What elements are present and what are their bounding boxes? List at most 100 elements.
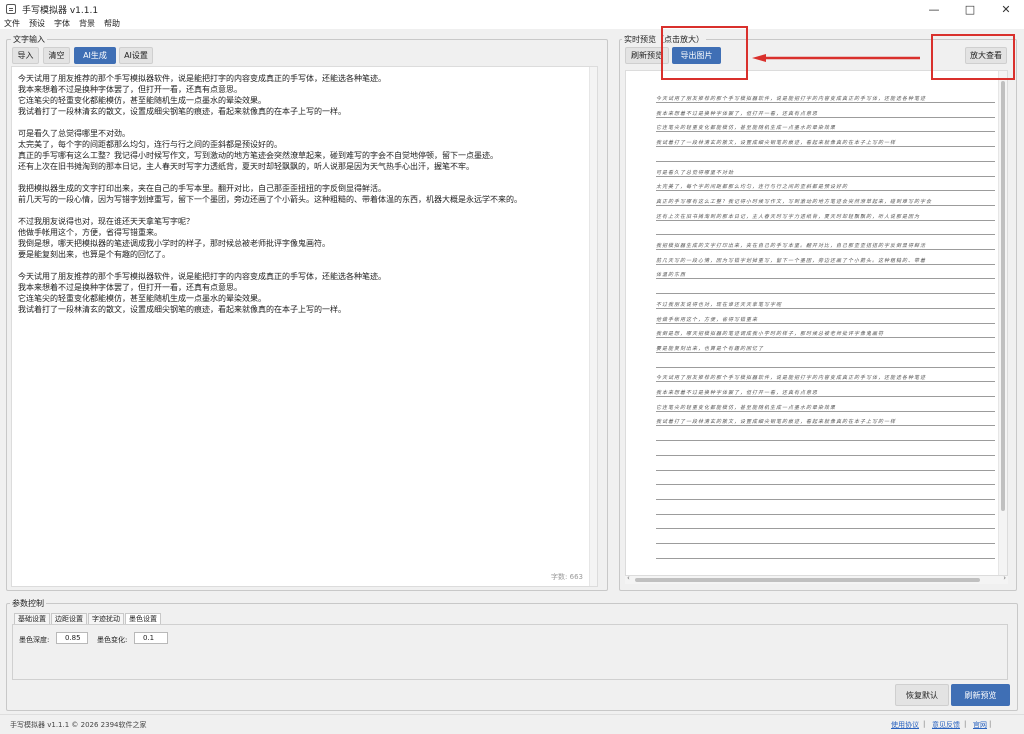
handwriting-line: 他做手帐用这个，方便，省得写错重来	[656, 316, 759, 323]
ruled-line	[656, 190, 995, 192]
ruled-line	[656, 440, 995, 442]
editor-scrollbar[interactable]	[589, 67, 597, 586]
refresh-preview-main-button[interactable]: 刷新预览	[951, 684, 1010, 706]
ruled-line	[656, 513, 995, 515]
menu-background[interactable]: 背景	[79, 18, 95, 29]
close-icon[interactable]: ✕	[988, 0, 1024, 18]
menu-help[interactable]: 帮助	[104, 18, 120, 29]
app-icon	[6, 4, 16, 14]
ruled-line	[656, 557, 995, 559]
window-controls: — □ ✕	[916, 0, 1024, 18]
ruled-line	[656, 249, 995, 250]
import-button[interactable]: 导入	[12, 47, 39, 64]
ruled-line	[656, 293, 995, 295]
handwriting-line: 它连笔尖的轻重变化都能模仿，甚至能随机生成一点墨水的晕染效果	[656, 125, 837, 132]
ai-settings-button[interactable]: AI设置	[119, 47, 153, 64]
menu-presets[interactable]: 预设	[29, 18, 45, 29]
copyright-text: 手写模拟器 v1.1.1 © 2026 2394软件之家	[10, 721, 147, 729]
handwriting-preview[interactable]: 今天试用了朋友推荐的那个手写模拟器软件，说是能把打字的内容变成真正的手写体，还能…	[625, 70, 1008, 576]
editor-line: 要是能复刻出来，也算是个有趣的回忆了。	[18, 250, 170, 259]
editor-line: 还有上次在旧书摊淘到的那本日记，主人春天时写字力透纸背，夏天时却轻飘飘的，听人说…	[18, 162, 474, 171]
status-separator: |	[989, 720, 992, 728]
editor-line: 他做手帐用这个，方便，省得写错重来。	[18, 228, 162, 237]
ruled-line	[656, 175, 995, 177]
ruled-line	[656, 484, 995, 486]
editor-line: 我试着打了一段林清玄的散文，设置成细尖钢笔的痕迹，看起来就像真的在本子上写的一样…	[18, 305, 346, 314]
menu-bar: 文件 预设 字体 背景 帮助	[0, 17, 1024, 29]
ruled-line	[656, 381, 995, 383]
handwriting-line: 我试着打了一段林清玄的散文，设置成细尖钢笔的痕迹，看起来就像真的在本子上写的一样	[656, 140, 897, 147]
title-bar: 手写模拟器 v1.1.1 — □ ✕	[0, 0, 1024, 18]
text-editor[interactable]: 今天试用了朋友推荐的那个手写模拟器软件，说是能把打字的内容变成真正的手写体，还能…	[11, 66, 598, 587]
text-input-title: 文字输入	[11, 34, 47, 45]
editor-line: 可是看久了总觉得哪里不对劲。	[18, 129, 130, 138]
handwriting-line: 真正的手写哪有这么工整？我记得小时候写作文，写到激动的地方笔迹会突然潦草起来，碰…	[656, 198, 933, 205]
editor-line: 太完美了，每个字的间距都那么均匀，连行与行之间的歪斜都是预设好的。	[18, 140, 282, 149]
editor-content[interactable]: 今天试用了朋友推荐的那个手写模拟器软件，说是能把打字的内容变成真正的手写体，还能…	[18, 73, 588, 315]
export-highlight-box	[661, 26, 748, 80]
editor-line: 今天试用了朋友推荐的那个手写模拟器软件，说是能把打字的内容变成真正的手写体，还能…	[18, 74, 386, 83]
preview-hscroll-thumb[interactable]	[635, 578, 980, 582]
editor-line: 今天试用了朋友推荐的那个手写模拟器软件，说是能把打字的内容变成真正的手写体，还能…	[18, 272, 386, 281]
preview-vscroll[interactable]	[998, 71, 1007, 575]
ink-settings-panel: 墨色深度: 0.85 墨色变化: 0.1	[12, 624, 1008, 680]
maximize-icon[interactable]: □	[952, 0, 988, 18]
window-title: 手写模拟器 v1.1.1	[22, 5, 99, 16]
handwriting-line: 我试着打了一段林清玄的散文，设置成细尖钢笔的痕迹，看起来就像真的在本子上写的一样	[656, 419, 897, 426]
ruled-line	[656, 543, 995, 544]
ruled-line	[656, 278, 995, 280]
ruled-line	[656, 219, 995, 221]
menu-file[interactable]: 文件	[4, 18, 20, 29]
handwriting-line: 今天试用了朋友推荐的那个手写模拟器软件，说是能把打字的内容变成真正的手写体，还能…	[656, 375, 927, 382]
handwriting-line: 要是能复刻出来，也算是个有趣的回忆了	[656, 345, 765, 352]
ruled-line	[656, 396, 995, 397]
reset-default-button[interactable]: 恢复默认	[895, 684, 949, 706]
editor-line: 不过我朋友说得也对，现在谁还天天拿笔写字呢？	[18, 217, 194, 226]
menu-font[interactable]: 字体	[54, 18, 70, 29]
editor-line: 我本来想着不过是换种字体罢了，但打开一看，还真有点意思。	[18, 85, 242, 94]
editor-line: 我把模拟器生成的文字打印出来，夹在自己的手写本里。翻开对比，自己那歪歪扭扭的字反…	[18, 184, 386, 193]
editor-line: 前几天写的一段心情，因为写错字划掉重写，留下一个墨团，旁边还画了个小箭头。这种粗…	[18, 195, 522, 204]
ruled-line	[656, 410, 995, 412]
ruled-line	[656, 498, 995, 500]
arrow-icon	[752, 54, 920, 62]
ruled-line	[656, 469, 995, 471]
ruled-line	[656, 102, 995, 103]
handwriting-line: 太完美了，每个字的间距都那么均匀，连行与行之间的歪斜都是预设好的	[656, 184, 849, 191]
ruled-line	[656, 234, 995, 236]
ruled-line	[656, 425, 995, 427]
status-separator: |	[964, 720, 967, 728]
preview-vscroll-thumb[interactable]	[1001, 81, 1005, 511]
handwriting-line: 它连笔尖的轻重变化都能模仿，甚至能随机生成一点墨水的晕染效果	[656, 404, 837, 411]
terms-link[interactable]: 使用协议	[891, 720, 919, 730]
ruled-line	[656, 366, 995, 368]
ink-variation-label: 墨色变化:	[97, 636, 128, 644]
param-control-title: 参数控制	[10, 598, 46, 609]
handwriting-line: 我把模拟器生成的文字打印出来，夹在自己的手写本里。翻开对比，自己那歪歪扭扭的字反…	[656, 243, 927, 249]
ruled-line	[656, 146, 995, 148]
preview-hscroll[interactable]: ‹ ›	[625, 574, 1008, 584]
ink-depth-input[interactable]: 0.85	[56, 632, 88, 644]
handwriting-line: 体温的东西	[656, 272, 687, 279]
ruled-line	[656, 307, 995, 309]
handwriting-line: 不过我朋友说得也对，现在谁还天天拿笔写字呢	[656, 301, 783, 308]
feedback-link[interactable]: 意见反馈	[932, 720, 960, 730]
ai-generate-button[interactable]: AI生成	[74, 47, 116, 64]
handwriting-line: 前几天写的一段心情，因为写错字划掉重写，留下一个墨团，旁边还画了个小箭头。这种粗…	[656, 257, 927, 264]
ruled-line	[656, 204, 995, 206]
editor-line: 我倒是想，哪天把模拟器的笔迹调成我小学时的样子，那时候总被老师批评字像鬼画符。	[18, 239, 330, 248]
status-separator: |	[923, 720, 926, 728]
handwriting-line: 可是看久了总觉得哪里不对劲	[656, 169, 735, 176]
editor-line: 真正的手写哪有这么工整？我记得小时候写作文，写到激动的地方笔迹会突然潦草起来，碰…	[18, 151, 498, 160]
ruled-line	[656, 528, 995, 530]
ink-depth-label: 墨色深度:	[19, 636, 50, 644]
status-bar: 手写模拟器 v1.1.1 © 2026 2394软件之家 使用协议 | 意见反馈…	[0, 714, 1024, 734]
ink-variation-input[interactable]: 0.1	[134, 632, 168, 644]
clear-button[interactable]: 清空	[43, 47, 70, 64]
ruled-line	[656, 337, 995, 339]
minimize-icon[interactable]: —	[916, 0, 952, 18]
website-link[interactable]: 官网	[973, 720, 987, 730]
ruled-line	[656, 116, 995, 118]
handwriting-line: 还有上次在旧书摊淘到的那本日记，主人春天时写字力透纸背，夏天时却轻飘飘的，听人说…	[656, 213, 921, 220]
ruled-line	[656, 263, 995, 265]
